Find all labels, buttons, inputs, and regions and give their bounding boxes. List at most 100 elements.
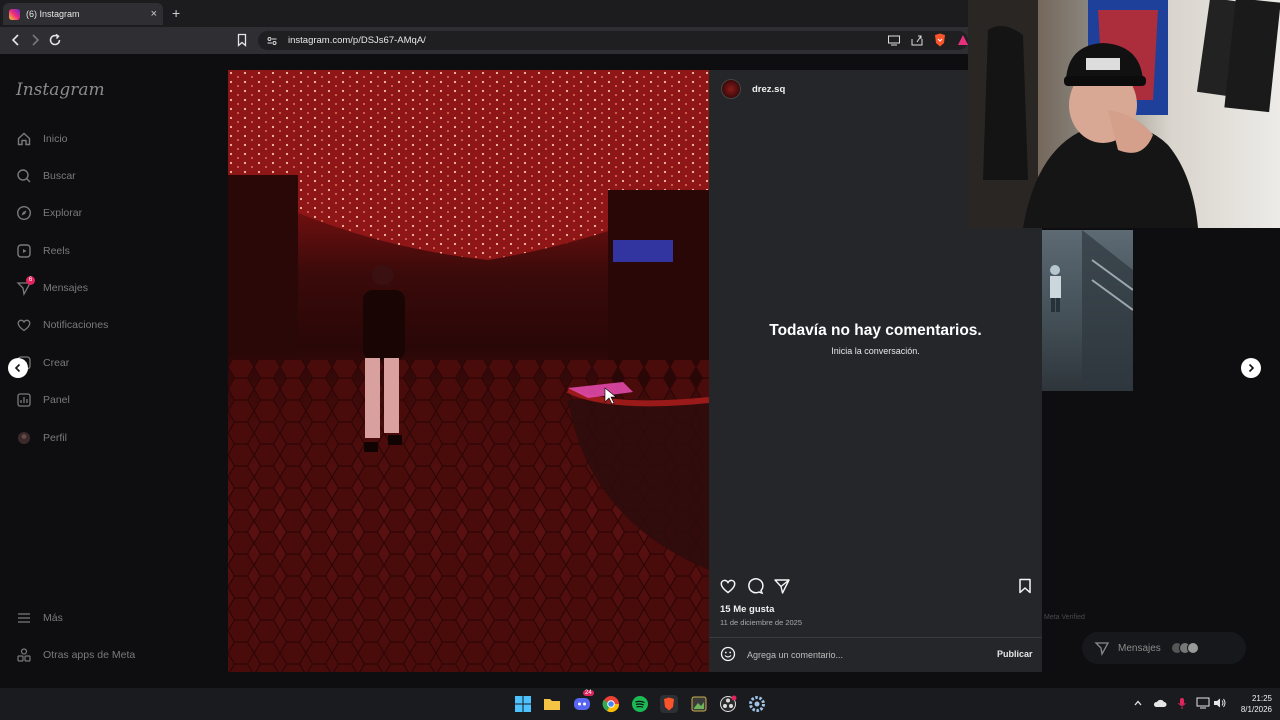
webcam-scene bbox=[968, 0, 1280, 228]
home-icon bbox=[17, 132, 31, 146]
sidebar-item-buscar[interactable]: Buscar bbox=[16, 168, 76, 184]
reload-button[interactable] bbox=[47, 32, 63, 48]
meta-verified-label[interactable]: Meta Verified bbox=[1044, 614, 1085, 621]
share-icon bbox=[911, 35, 923, 46]
obs-icon bbox=[720, 695, 737, 712]
media-app-button[interactable] bbox=[690, 695, 708, 713]
no-comments-subtitle: Inicia la conversación. bbox=[831, 346, 920, 356]
sidebar-item-explorar[interactable]: Explorar bbox=[16, 205, 82, 221]
thumbnail-scene bbox=[1050, 230, 1133, 391]
avatar bbox=[1186, 642, 1199, 654]
next-post-button[interactable] bbox=[1241, 358, 1261, 378]
volume-tray-icon[interactable] bbox=[1213, 697, 1227, 709]
chevron-right-icon bbox=[1248, 363, 1255, 373]
photo-app-icon bbox=[691, 696, 707, 712]
sidebar-item-label: Mensajes bbox=[43, 282, 88, 294]
emoji-picker-button[interactable] bbox=[720, 646, 736, 662]
brave-button[interactable] bbox=[660, 695, 678, 713]
heart-icon bbox=[720, 579, 736, 594]
sidebar-item-panel[interactable]: Panel bbox=[16, 392, 70, 408]
heart-icon bbox=[17, 319, 31, 332]
sidebar-item-label: Perfil bbox=[43, 432, 67, 444]
sidebar-item-label: Notificaciones bbox=[43, 319, 109, 331]
bookmark-icon bbox=[1019, 578, 1031, 594]
sidebar-item-label: Explorar bbox=[43, 207, 83, 219]
spotify-button[interactable] bbox=[631, 695, 649, 713]
sidebar-item-mas[interactable]: Más bbox=[16, 610, 63, 626]
post-date: 11 de diciembre de 2025 bbox=[720, 618, 803, 627]
sidebar-item-label: Panel bbox=[43, 394, 70, 406]
sidebar-item-inicio[interactable]: Inicio bbox=[16, 131, 68, 147]
brave-shields-button[interactable] bbox=[932, 32, 948, 48]
instagram-logo[interactable]: Instagram bbox=[16, 80, 105, 100]
messages-label: Mensajes bbox=[1118, 642, 1161, 654]
new-tab-button[interactable]: + bbox=[172, 5, 180, 21]
comment-input[interactable] bbox=[747, 649, 977, 661]
previous-post-button[interactable] bbox=[8, 358, 28, 378]
clock-date[interactable]: 8/1/2026 bbox=[1230, 705, 1272, 714]
brave-lion-icon bbox=[935, 33, 945, 47]
gear-icon bbox=[749, 696, 765, 712]
obs-button[interactable] bbox=[719, 695, 737, 713]
onedrive-tray-icon[interactable] bbox=[1153, 697, 1167, 709]
speaker-icon bbox=[1214, 698, 1226, 708]
sidebar-item-label: Más bbox=[43, 612, 63, 624]
browser-tab[interactable]: (6) Instagram × bbox=[3, 3, 163, 25]
author-avatar[interactable] bbox=[721, 79, 741, 99]
windows-logo-icon bbox=[515, 696, 531, 712]
save-post-button[interactable] bbox=[1016, 577, 1034, 595]
messages-floating-button[interactable]: Mensajes bbox=[1082, 632, 1246, 664]
url-text: instagram.com/p/DSJs67-AMqA/ bbox=[288, 35, 426, 46]
next-post-thumbnail[interactable] bbox=[1042, 230, 1133, 391]
sidebar-item-mensajes[interactable]: 6 Mensajes bbox=[16, 276, 88, 296]
discord-icon bbox=[574, 698, 590, 710]
webcam-overlay bbox=[968, 0, 1280, 228]
unread-messages-badge: 6 bbox=[26, 276, 35, 285]
settings-button[interactable] bbox=[748, 695, 766, 713]
send-icon bbox=[774, 579, 790, 594]
compass-icon bbox=[16, 205, 32, 221]
sidebar-item-perfil[interactable]: Perfil bbox=[16, 430, 67, 446]
site-settings-icon[interactable] bbox=[266, 35, 280, 47]
comment-button[interactable] bbox=[746, 577, 764, 595]
start-button[interactable] bbox=[514, 695, 532, 713]
microphone-tray-icon[interactable] bbox=[1177, 697, 1187, 710]
back-button[interactable] bbox=[8, 32, 24, 48]
like-button[interactable] bbox=[719, 577, 737, 595]
tab-close-button[interactable]: × bbox=[151, 8, 157, 20]
sidebar-item-reels[interactable]: Reels bbox=[16, 243, 70, 259]
author-username[interactable]: drez.sq bbox=[752, 84, 785, 95]
share-button[interactable] bbox=[909, 32, 925, 48]
reload-icon bbox=[49, 33, 61, 46]
network-tray-icon[interactable] bbox=[1196, 697, 1210, 709]
discord-button[interactable]: 24 bbox=[573, 690, 594, 713]
menu-icon bbox=[18, 613, 30, 623]
sidebar-item-meta-apps[interactable]: Otras apps de Meta bbox=[16, 647, 135, 663]
post-photo-scene bbox=[228, 70, 709, 672]
sidebar-item-notificaciones[interactable]: Notificaciones bbox=[16, 317, 108, 333]
sidebar-item-label: Buscar bbox=[43, 170, 76, 182]
post-image[interactable] bbox=[228, 70, 709, 672]
instagram-favicon-icon bbox=[9, 8, 20, 20]
cast-button[interactable] bbox=[886, 32, 902, 48]
bookmark-page-button[interactable] bbox=[234, 32, 250, 48]
comment-bubble-icon bbox=[748, 578, 764, 595]
chrome-icon bbox=[602, 696, 620, 713]
chevron-left-icon bbox=[14, 363, 21, 373]
address-bar[interactable]: instagram.com/p/DSJs67-AMqA/ bbox=[258, 31, 968, 50]
publish-comment-button[interactable]: Publicar bbox=[997, 649, 1033, 659]
no-comments-title: Todavía no hay comentarios. bbox=[769, 322, 982, 339]
sidebar-item-label: Reels bbox=[43, 245, 70, 257]
share-post-button[interactable] bbox=[773, 577, 791, 595]
forward-button[interactable] bbox=[27, 32, 43, 48]
tray-overflow-button[interactable] bbox=[1133, 698, 1143, 708]
smiley-icon bbox=[720, 646, 736, 662]
sidebar-item-label: Crear bbox=[43, 357, 70, 369]
search-icon bbox=[17, 169, 31, 183]
like-count[interactable]: 15 Me gusta bbox=[720, 604, 774, 615]
chrome-button[interactable] bbox=[602, 695, 620, 713]
file-explorer-button[interactable] bbox=[543, 695, 561, 713]
back-arrow-icon bbox=[11, 34, 19, 46]
divider bbox=[709, 637, 1042, 638]
clock-time[interactable]: 21:25 bbox=[1238, 694, 1272, 703]
